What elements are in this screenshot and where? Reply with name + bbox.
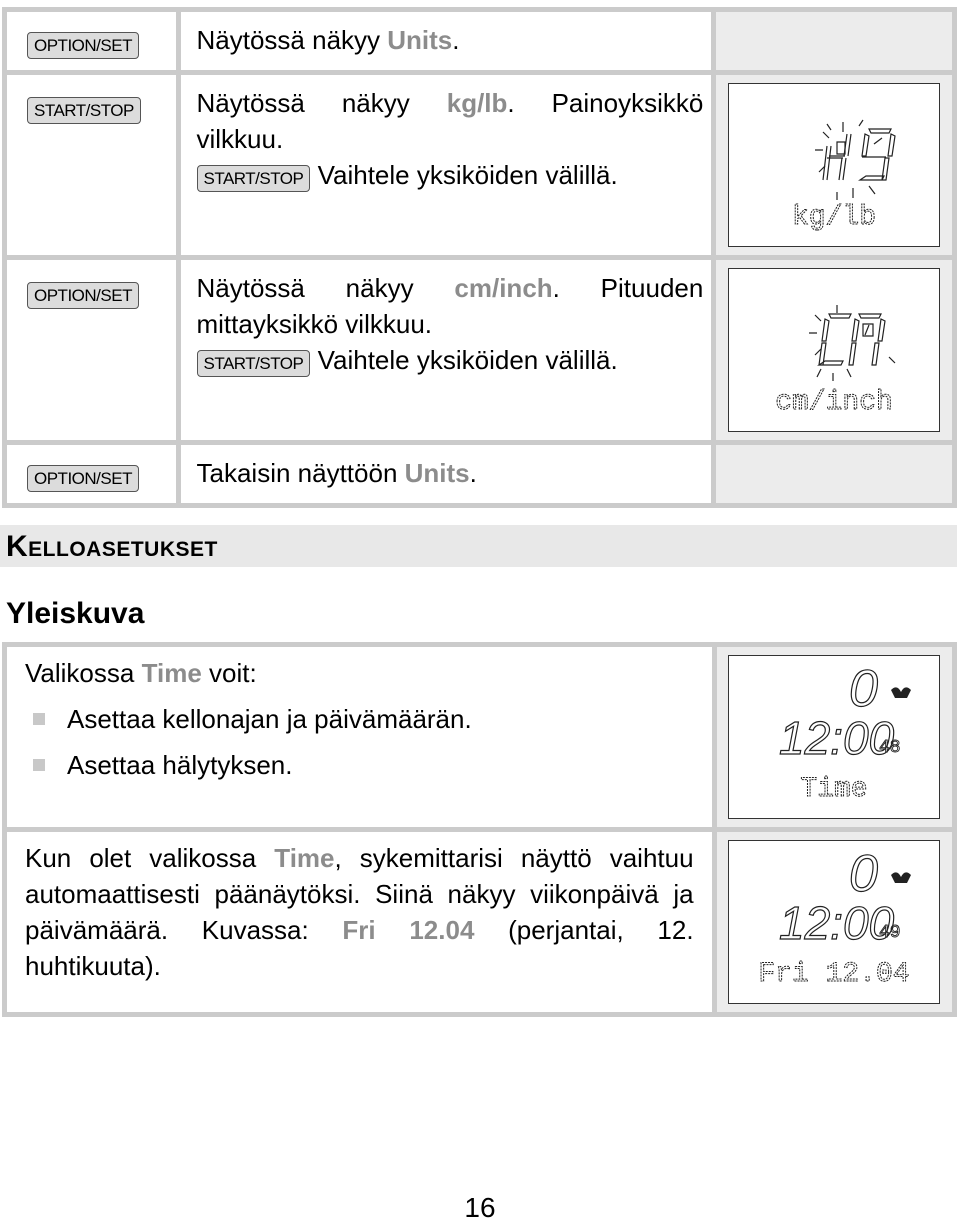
heart-wings-icon [891,687,912,698]
step-text: Takaisin näyttöön Units. [180,445,712,503]
lcd-seconds: 49 [879,923,901,943]
step-row: OPTION/SET Näytössä näkyy Units. [7,12,952,70]
section-title: Kelloasetukset [6,530,218,563]
step-text: Näytössä näkyy Units. [180,12,712,70]
blinking-kg-digits-icon: kg/lb [792,119,896,234]
lcd-top-digit: 0 [849,845,878,903]
blinking-cm-digits-icon: cm/inch [775,305,896,419]
option-set-key: OPTION/SET [27,282,139,309]
steps-table: OPTION/SET Näytössä näkyy Units. START/S… [2,7,957,508]
page-number: 16 [464,1192,496,1223]
start-stop-key: START/STOP [196,165,311,192]
overview-row: Kun olet valikossa Time, sykemittarisi n… [7,832,952,1012]
lcd-display-time: 0 12:00 48 Time [728,655,941,819]
option-set-key: OPTION/SET [27,32,139,59]
overview-row: Valikossa Time voit: Asettaa kellonajan … [7,647,952,827]
bullet-item: Asettaa hälytyksen. [25,747,694,783]
lcd-display-kg-lb: kg/lb [728,83,941,247]
lcd-time: 12:00 [779,897,895,949]
step-row: OPTION/SET Takaisin näyttöön Units. [7,445,952,503]
lcd-time: 12:00 [779,712,895,764]
lcd-label: Time [801,774,868,805]
step-text: Näytössä näkyy cm/inch. Pituuden mittayk… [180,260,712,440]
overview-paragraph: Kun olet valikossa Time, sykemittarisi n… [7,832,712,1012]
start-stop-key: START/STOP [27,97,141,124]
bullet-square-icon [33,713,45,725]
bullet-square-icon [33,759,45,771]
empty-image-cell [716,12,952,70]
lcd-display-cm-inch: cm/inch [728,268,941,432]
lcd-display-date: 0 12:00 49 Fri 12.04 [728,840,941,1004]
lcd-seconds: 48 [879,738,901,758]
step-row: OPTION/SET Näytössä näkyy cm/inch. Pituu… [7,260,952,440]
step-row: START/STOP Näytössä näkyy kg/lb. Painoyk… [7,75,952,255]
overview-intro: Valikossa Time voit: Asettaa kellonajan … [7,647,712,827]
start-stop-key: START/STOP [196,350,311,377]
lcd-top-digit: 0 [849,660,878,718]
option-set-key: OPTION/SET [27,465,139,492]
bullet-item: Asettaa kellonajan ja päivämäärän. [25,701,694,737]
lcd-label: Fri 12.04 [759,959,910,990]
step-text: Näytössä näkyy kg/lb. Painoyksikkö vilkk… [180,75,712,255]
overview-table: Valikossa Time voit: Asettaa kellonajan … [2,642,957,1017]
lcd-label: cm/inch [775,387,893,418]
heart-wings-icon [891,872,912,883]
subsection-title: Yleiskuva [6,597,145,630]
empty-image-cell [716,445,952,503]
lcd-label: kg/lb [792,202,876,233]
